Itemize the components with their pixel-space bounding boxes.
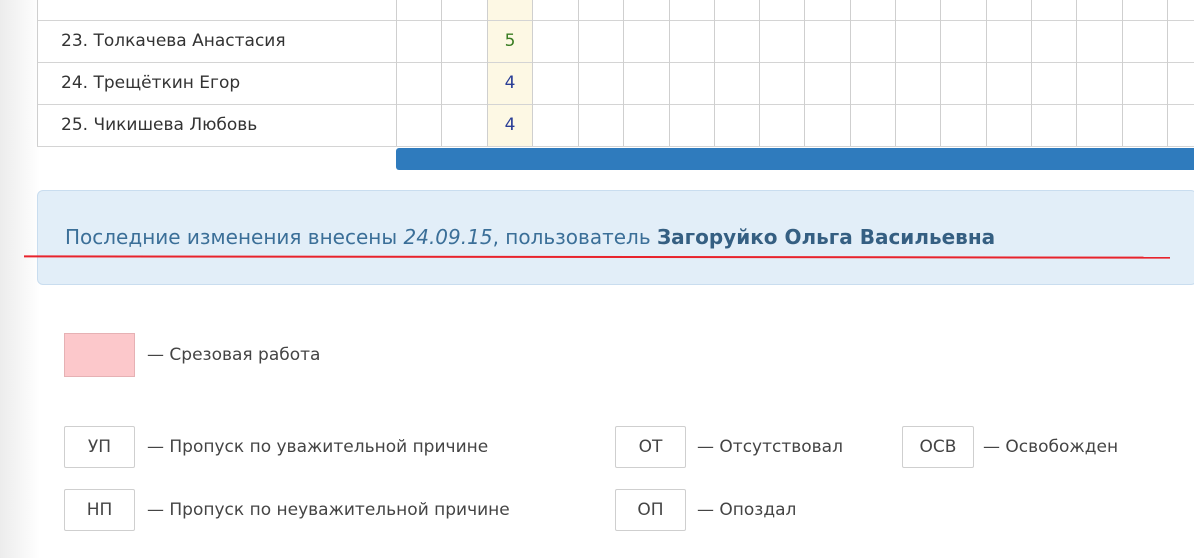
grid-row-line [37,146,1194,147]
grid-column-line [1167,0,1168,146]
grid-column-line [396,0,397,146]
code-np-box: НП [64,489,135,531]
grade-cell[interactable]: 4 [489,73,531,93]
grid-column-line [850,0,851,146]
grid-row-line [37,20,1194,21]
grade-cell[interactable]: 4 [489,115,531,135]
last-changes-date: 24.09.15 [403,225,493,249]
grid-column-line [804,0,805,146]
grid-column-line [759,0,760,146]
grid-column-line [895,0,896,146]
grid-column-line [986,0,987,146]
grid-column-line [441,0,442,146]
grid-row-line [37,104,1194,105]
code-op-label: — Опоздал [697,500,797,520]
grade-cell[interactable]: 5 [489,31,531,51]
grid-column-line [1031,0,1032,146]
page-edge-shadow [0,0,40,558]
student-name: 25. Чикишева Любовь [61,115,258,135]
grid-column-line [1122,0,1123,146]
control-work-label: — Срезовая работа [147,345,321,365]
grid-column-line [714,0,715,146]
grid-row-line [37,62,1194,63]
code-np-label: — Пропуск по неуважительной причине [147,500,510,520]
grid-column-line [487,0,488,146]
grid-column-line [37,0,38,146]
grid-column-line [940,0,941,146]
grid-column-line [669,0,670,146]
code-up-label: — Пропуск по уважительной причине [147,437,489,457]
last-changes-text: Последние изменения внесены 24.09.15, по… [65,225,995,249]
student-name: 24. Трещёткин Егор [61,73,241,93]
code-ot-label: — Отсутствовал [697,437,843,457]
code-op-box: ОП [615,489,686,531]
last-changes-prefix: Последние изменения внесены [65,225,404,249]
code-ot-box: ОТ [615,426,686,468]
grid-column-line [1076,0,1077,146]
grid-column-line [578,0,579,146]
code-osv-label: — Освобожден [983,437,1119,457]
student-name: 23. Толкачева Анастасия [61,31,286,51]
grid-column-line [532,0,533,146]
control-work-swatch [64,333,135,377]
grid-column-line [623,0,624,146]
last-changes-user: Загоруйко Ольга Васильевна [656,225,996,249]
last-changes-middle: , пользователь [492,225,657,249]
code-osv-box: ОСВ [902,426,974,468]
horizontal-scrollbar[interactable] [396,148,1194,170]
code-up-box: УП [64,426,135,468]
